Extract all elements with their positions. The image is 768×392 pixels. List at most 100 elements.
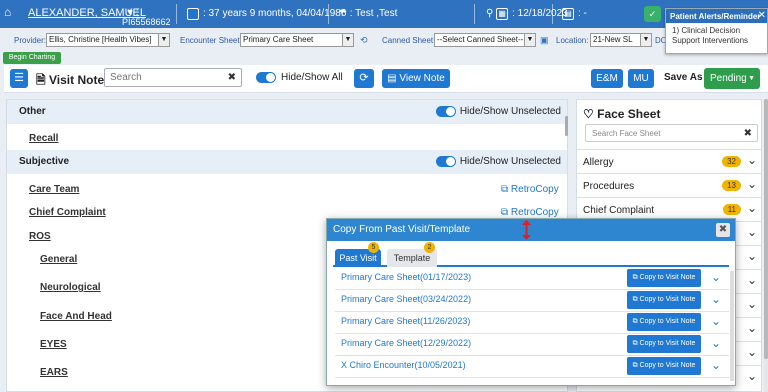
chevron-down-icon[interactable]: ⌄ <box>747 225 757 239</box>
close-icon[interactable]: ✖ <box>716 223 730 237</box>
visit-link[interactable]: X Chiro Encounter(10/05/2021) <box>341 360 466 370</box>
chevron-down-icon[interactable]: ⌄ <box>711 292 721 306</box>
retrocopy-link[interactable]: ⧉ RetroCopy <box>501 207 559 218</box>
chevron-down-icon[interactable]: ⌄ <box>711 270 721 284</box>
refresh-icon[interactable]: ⟲ <box>360 35 370 45</box>
toggle-label: Hide/Show Unselected <box>459 156 561 168</box>
face-sheet-row[interactable]: Procedures 13 ⌄ <box>577 173 761 197</box>
search-input[interactable] <box>105 69 225 86</box>
status-dropdown[interactable]: Pending ▼ <box>704 68 760 89</box>
chevron-down-icon[interactable]: ⌄ <box>747 177 757 191</box>
alert-title: Patient Alerts/Reminder <box>666 9 767 23</box>
scrollbar[interactable] <box>730 271 734 381</box>
item-recall[interactable]: Recall <box>29 133 58 144</box>
copy-label: Copy to Visit Note <box>639 274 696 281</box>
chevron-down-icon[interactable]: ⌄ <box>747 153 757 167</box>
divider <box>552 4 553 24</box>
item-care-team[interactable]: Care Team <box>29 184 79 195</box>
visit-link[interactable]: Primary Care Sheet(12/29/2022) <box>341 338 471 348</box>
umbrella-icon: ☂ <box>338 8 347 19</box>
shield-icon[interactable]: ✓ <box>644 6 661 22</box>
chevron-down-icon[interactable]: ⌄ <box>747 273 757 287</box>
chevron-down-icon[interactable]: ⌄ <box>747 201 757 215</box>
visit-link[interactable]: Primary Care Sheet(01/17/2023) <box>341 272 471 282</box>
patient-banner: ⌂ ALEXANDER, SAMUEL ♥ : PI65568662 👤: 37… <box>0 0 768 28</box>
section-other: Other Hide/Show Unselected <box>7 100 567 124</box>
close-icon[interactable]: ✕ <box>758 10 766 21</box>
copy-icon: ⧉ <box>632 296 638 303</box>
menu-icon[interactable]: ⌂ <box>4 5 11 19</box>
scrollbar-thumb[interactable] <box>764 99 768 359</box>
hide-show-all-toggle[interactable] <box>256 72 276 83</box>
visit-note-bar: ☰ 🗎 Visit Note ✖ Hide/Show All ⟳ ▤ View … <box>4 65 768 93</box>
toggle-icon[interactable] <box>435 106 456 117</box>
location-select[interactable]: 21-New SL ▼ <box>590 33 652 47</box>
clear-icon[interactable]: ✖ <box>228 72 236 83</box>
tab-template[interactable]: Template 2 <box>387 242 437 267</box>
copy-to-visit-note-button[interactable]: ⧉ Copy to Visit Note <box>627 291 701 309</box>
refresh-button[interactable]: ⟳ <box>354 69 374 88</box>
chevron-down-icon[interactable]: ⌄ <box>747 321 757 335</box>
patient-age: 👤: 37 years 9 months, 04/04/1986 <box>187 8 346 20</box>
mu-button[interactable]: MU <box>628 69 654 88</box>
location-label: Location: <box>556 36 589 45</box>
scrollbar[interactable] <box>565 116 568 136</box>
count-badge: 5 <box>368 242 379 253</box>
begin-charting-button[interactable]: Begin Charting <box>3 52 61 64</box>
misc-text: : - <box>578 8 587 19</box>
row-label: Procedures <box>583 181 635 192</box>
visit-link[interactable]: Primary Care Sheet(03/24/2022) <box>341 294 471 304</box>
row-label: Allergy <box>583 157 614 168</box>
chevron-down-icon[interactable]: ⌄ <box>747 345 757 359</box>
chevron-down-icon[interactable]: ⌄ <box>711 314 721 328</box>
caret-down-icon: ▼ <box>748 75 755 82</box>
clear-icon[interactable]: ✖ <box>744 128 752 139</box>
count-badge: 32 <box>722 156 741 167</box>
view-note-button[interactable]: ▤ View Note <box>382 69 450 88</box>
item-ears[interactable]: EARS <box>40 367 68 378</box>
list-item: Primary Care Sheet(01/17/2023) ⧉ Copy to… <box>335 268 729 290</box>
retrocopy-link[interactable]: ⧉ RetroCopy <box>501 184 559 195</box>
chevron-down-icon[interactable]: ⌄ <box>747 369 757 383</box>
hide-show-unselected[interactable]: Hide/Show Unselected <box>435 156 561 168</box>
toggle-icon[interactable] <box>435 156 456 167</box>
face-sheet-search[interactable]: Search Face Sheet ✖ <box>585 124 758 142</box>
status-value: Pending <box>710 73 747 84</box>
chevron-down-icon[interactable]: ⌄ <box>747 249 757 263</box>
image-icon[interactable]: ▣ <box>540 35 550 45</box>
provider-select[interactable]: Ellis, Christine [Health Vibes] ▼ <box>46 33 170 47</box>
chevron-down-icon[interactable]: ⌄ <box>711 336 721 350</box>
scrollbar[interactable] <box>764 99 768 392</box>
copy-icon: ⧉ <box>632 274 638 281</box>
tab-past-visit[interactable]: Past Visit 5 <box>335 242 381 267</box>
copy-icon: ⧉ <box>501 184 509 195</box>
visit-note-search[interactable]: ✖ <box>104 68 242 87</box>
copy-label: Copy to Visit Note <box>639 318 696 325</box>
list-item: Primary Care Sheet(12/29/2022) ⧉ Copy to… <box>335 334 729 356</box>
canned-select[interactable]: --Select Canned Sheet-- ▼ <box>434 33 536 47</box>
em-button[interactable]: E&M <box>591 69 623 88</box>
face-sheet-title: ♡ Face Sheet <box>583 107 660 121</box>
visit-link[interactable]: Primary Care Sheet(11/26/2023) <box>341 316 470 326</box>
copy-label: Copy to Visit Note <box>639 296 696 303</box>
chevron-down-icon: ▼ <box>640 34 651 46</box>
list-menu-button[interactable]: ☰ <box>10 69 28 88</box>
item-eyes[interactable]: EYES <box>40 339 67 350</box>
encounter-select[interactable]: Primary Care Sheet ▼ <box>240 33 354 47</box>
chevron-down-icon[interactable]: ⌄ <box>747 297 757 311</box>
copy-to-visit-note-button[interactable]: ⧉ Copy to Visit Note <box>627 313 701 331</box>
item-ros[interactable]: ROS <box>29 231 51 242</box>
item-chief-complaint[interactable]: Chief Complaint <box>29 207 106 218</box>
item-neurological[interactable]: Neurological <box>40 282 101 293</box>
tab-label: Past Visit <box>339 253 377 263</box>
item-face-and-head[interactable]: Face And Head <box>40 311 112 322</box>
chevron-down-icon[interactable]: ⌄ <box>711 358 721 372</box>
copy-to-visit-note-button[interactable]: ⧉ Copy to Visit Note <box>627 357 701 375</box>
face-sheet-row[interactable]: Allergy 32 ⌄ <box>577 149 761 173</box>
patient-alert-popup: Patient Alerts/Reminder ✕ 1) Clinical De… <box>665 8 768 54</box>
copy-to-visit-note-button[interactable]: ⧉ Copy to Visit Note <box>627 335 701 353</box>
item-general[interactable]: General <box>40 254 77 265</box>
person-icon: 👤 <box>187 8 199 20</box>
copy-to-visit-note-button[interactable]: ⧉ Copy to Visit Note <box>627 269 701 287</box>
hide-show-unselected[interactable]: Hide/Show Unselected <box>435 106 561 117</box>
